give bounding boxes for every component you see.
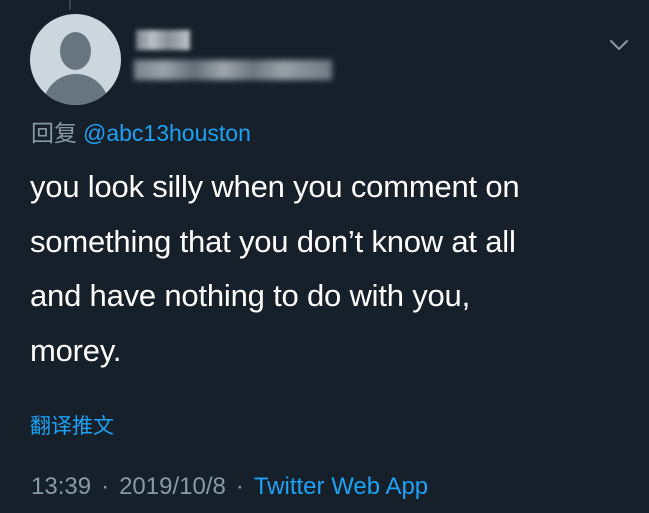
avatar[interactable] bbox=[30, 14, 121, 105]
avatar-silhouette bbox=[43, 74, 109, 105]
replying-to-mention-link[interactable]: @abc13houston bbox=[83, 120, 251, 146]
tweet-text-line: something that you don’t know at all bbox=[30, 223, 516, 259]
tweet-metadata: 13:39 · 2019/10/8 · Twitter Web App bbox=[31, 471, 428, 503]
tweet-text: you look silly when you comment on somet… bbox=[30, 160, 625, 378]
replying-to-label: 回复 bbox=[31, 120, 77, 146]
separator-dot: · bbox=[235, 473, 244, 500]
tweet-time[interactable]: 13:39 bbox=[31, 473, 91, 500]
default-avatar-icon bbox=[60, 32, 91, 70]
tweet-date[interactable]: 2019/10/8 bbox=[119, 473, 226, 500]
chevron-down-icon[interactable] bbox=[608, 34, 630, 56]
translate-tweet-link[interactable]: 翻译推文 bbox=[30, 412, 114, 442]
blurred-display-name[interactable] bbox=[136, 30, 190, 50]
tweet-text-line: and have nothing to do with you, bbox=[30, 278, 470, 313]
blurred-user-handle[interactable] bbox=[134, 60, 332, 80]
tweet-source-link[interactable]: Twitter Web App bbox=[254, 473, 428, 500]
tweet-text-line: you look silly when you comment on bbox=[30, 169, 520, 204]
replying-to-line: 回复 @abc13houston bbox=[31, 118, 251, 148]
thread-connector-line bbox=[69, 0, 71, 10]
separator-dot: · bbox=[101, 473, 110, 500]
tweet-text-line: morey. bbox=[30, 332, 122, 368]
